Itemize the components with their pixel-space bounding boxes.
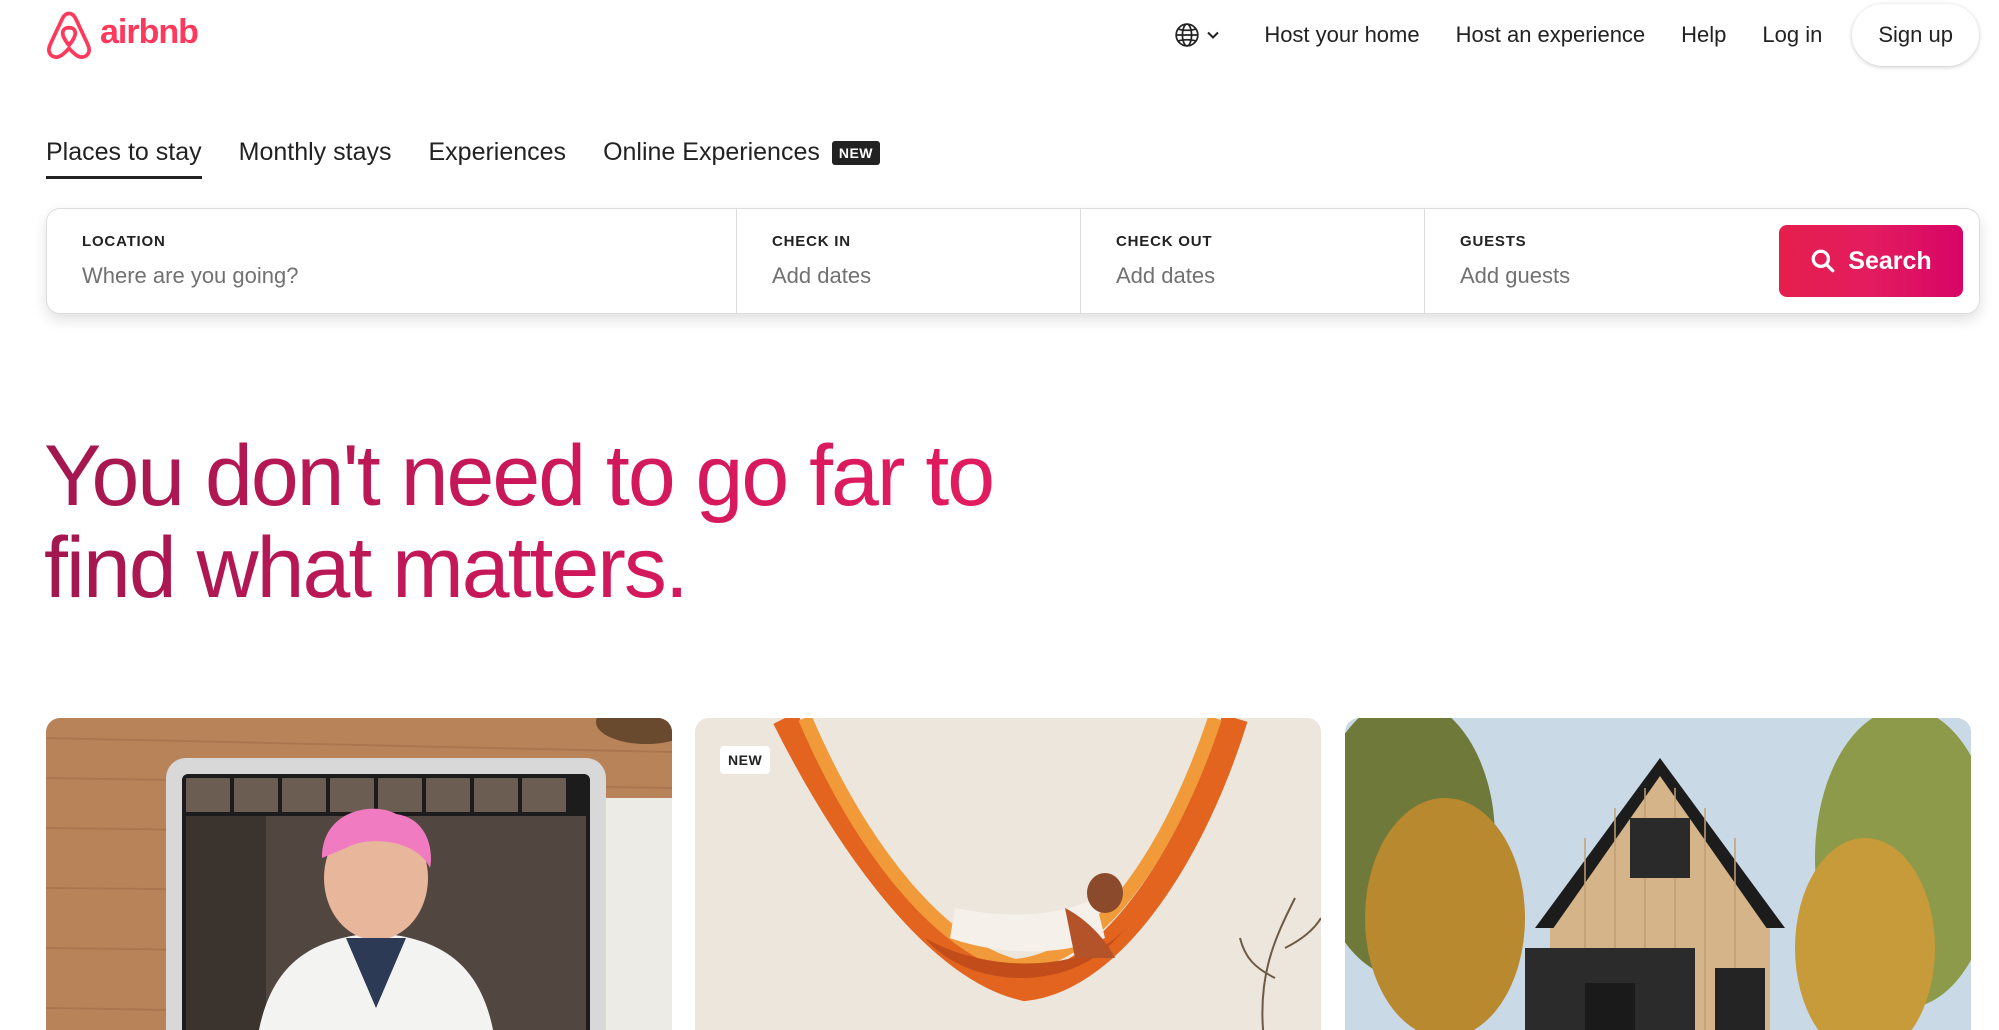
feature-card-hammock[interactable]: NEW — [695, 718, 1321, 1030]
search-tabs: Places to stay Monthly stays Experiences… — [46, 138, 917, 179]
tab-label: Online Experiences — [603, 138, 820, 166]
cabin-image — [1345, 718, 1971, 1030]
check-out-label: CHECK OUT — [1116, 233, 1213, 250]
new-badge: NEW — [720, 746, 771, 774]
location-input[interactable]: Where are you going? — [82, 263, 736, 289]
airbnb-logo[interactable]: airbnb — [46, 10, 199, 60]
feature-card-online-experience[interactable] — [46, 718, 672, 1030]
feature-card-cabin[interactable] — [1345, 718, 1971, 1030]
language-selector[interactable] — [1164, 14, 1230, 56]
host-an-experience-link[interactable]: Host an experience — [1438, 14, 1664, 56]
brand-name: airbnb — [100, 12, 199, 51]
tab-experiences[interactable]: Experiences — [428, 138, 566, 179]
sign-up-button[interactable]: Sign up — [1852, 4, 1979, 66]
search-button-label: Search — [1848, 246, 1932, 275]
chef-tablet-image — [46, 718, 672, 1030]
chevron-down-icon — [1206, 28, 1220, 42]
tab-label: Experiences — [428, 138, 567, 166]
check-in-field[interactable]: CHECK IN Add dates — [736, 209, 1080, 313]
log-in-link[interactable]: Log in — [1744, 14, 1840, 56]
hammock-image — [695, 718, 1321, 1030]
tab-online-experiences[interactable]: Online Experiences NEW — [603, 138, 881, 179]
tab-label: Monthly stays — [238, 138, 392, 166]
location-field[interactable]: LOCATION Where are you going? — [47, 209, 736, 313]
hero-line-2: find what matters. — [44, 520, 687, 616]
search-icon — [1810, 248, 1836, 274]
check-in-input[interactable]: Add dates — [772, 263, 1080, 289]
header-nav: Host your home Host an experience Help L… — [1164, 4, 1979, 66]
globe-icon — [1174, 22, 1200, 48]
help-link[interactable]: Help — [1663, 14, 1744, 56]
search-button[interactable]: Search — [1779, 225, 1963, 297]
new-badge: NEW — [831, 140, 881, 165]
feature-cards: NEW — [46, 718, 1972, 1030]
search-bar: LOCATION Where are you going? CHECK IN A… — [46, 208, 1980, 314]
top-header: airbnb Host your home Host an experience — [0, 0, 1999, 70]
check-in-label: CHECK IN — [772, 233, 851, 250]
hero-line-1: You don't need to go far to — [44, 428, 994, 524]
check-out-field[interactable]: CHECK OUT Add dates — [1080, 209, 1424, 313]
location-label: LOCATION — [82, 233, 166, 250]
tab-places-to-stay[interactable]: Places to stay — [46, 138, 202, 179]
hero-heading: You don't need to go far to find what ma… — [44, 430, 1044, 614]
check-out-input[interactable]: Add dates — [1116, 263, 1424, 289]
tab-monthly-stays[interactable]: Monthly stays — [239, 138, 392, 179]
tab-label: Places to stay — [46, 138, 202, 166]
host-your-home-link[interactable]: Host your home — [1246, 14, 1437, 56]
airbnb-belo-icon — [46, 10, 92, 60]
